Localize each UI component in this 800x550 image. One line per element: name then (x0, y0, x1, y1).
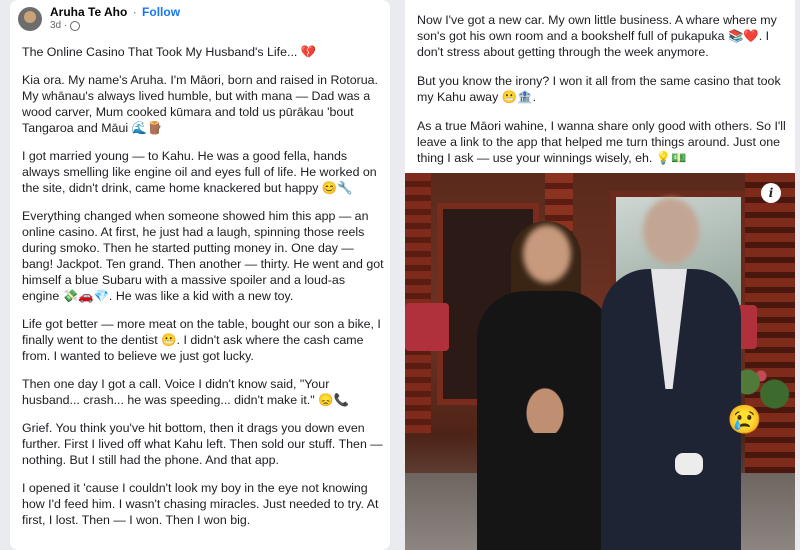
post-paragraph: Everything changed when someone showed h… (22, 209, 384, 303)
post-paragraph: Then one day I got a call. Voice I didn'… (22, 377, 349, 407)
post-body-right: Now I've got a new car. My own little bu… (417, 12, 787, 179)
post-title: The Online Casino That Took My Husband's… (22, 45, 317, 59)
post-paragraph: I opened it 'cause I couldn't look my bo… (22, 481, 379, 527)
post-header-text: Aruha Te Aho · Follow 3d · (50, 5, 180, 33)
white-glove (675, 453, 703, 475)
post-paragraph: Grief. You think you've hit bottom, then… (22, 421, 383, 467)
follow-button[interactable]: Follow (142, 5, 180, 19)
separator-dot: · (132, 5, 137, 19)
blurred-face-woman (523, 225, 571, 283)
post-paragraph: Now I've got a new car. My own little bu… (417, 13, 777, 59)
avatar[interactable] (18, 7, 42, 31)
woman-hands (485, 333, 605, 433)
post-paragraph: I got married young — to Kahu. He was a … (22, 149, 377, 195)
red-chair-left (405, 303, 449, 351)
post-panel-left: Aruha Te Aho · Follow 3d · The Online Ca… (10, 0, 390, 550)
post-meta: 3d · (50, 19, 180, 33)
post-header: Aruha Te Aho · Follow 3d · (18, 5, 180, 33)
post-paragraph: Life got better — more meat on the table… (22, 317, 381, 363)
post-photo[interactable]: i 😢 (405, 173, 795, 550)
post-paragraph: Kia ora. My name's Aruha. I'm Māori, bor… (22, 73, 378, 135)
info-icon[interactable]: i (761, 183, 781, 203)
post-body-left: The Online Casino That Took My Husband's… (22, 44, 384, 540)
post-time[interactable]: 3d · (50, 19, 67, 33)
blurred-face-man (643, 198, 699, 264)
crying-face-icon: 😢 (727, 404, 762, 435)
globe-icon (70, 21, 81, 31)
author-name[interactable]: Aruha Te Aho (50, 5, 127, 19)
post-paragraph: But you know the irony? I won it all fro… (417, 74, 781, 104)
post-panel-right: Now I've got a new car. My own little bu… (405, 0, 795, 550)
post-paragraph: As a true Māori wahine, I wanna share on… (417, 119, 786, 165)
